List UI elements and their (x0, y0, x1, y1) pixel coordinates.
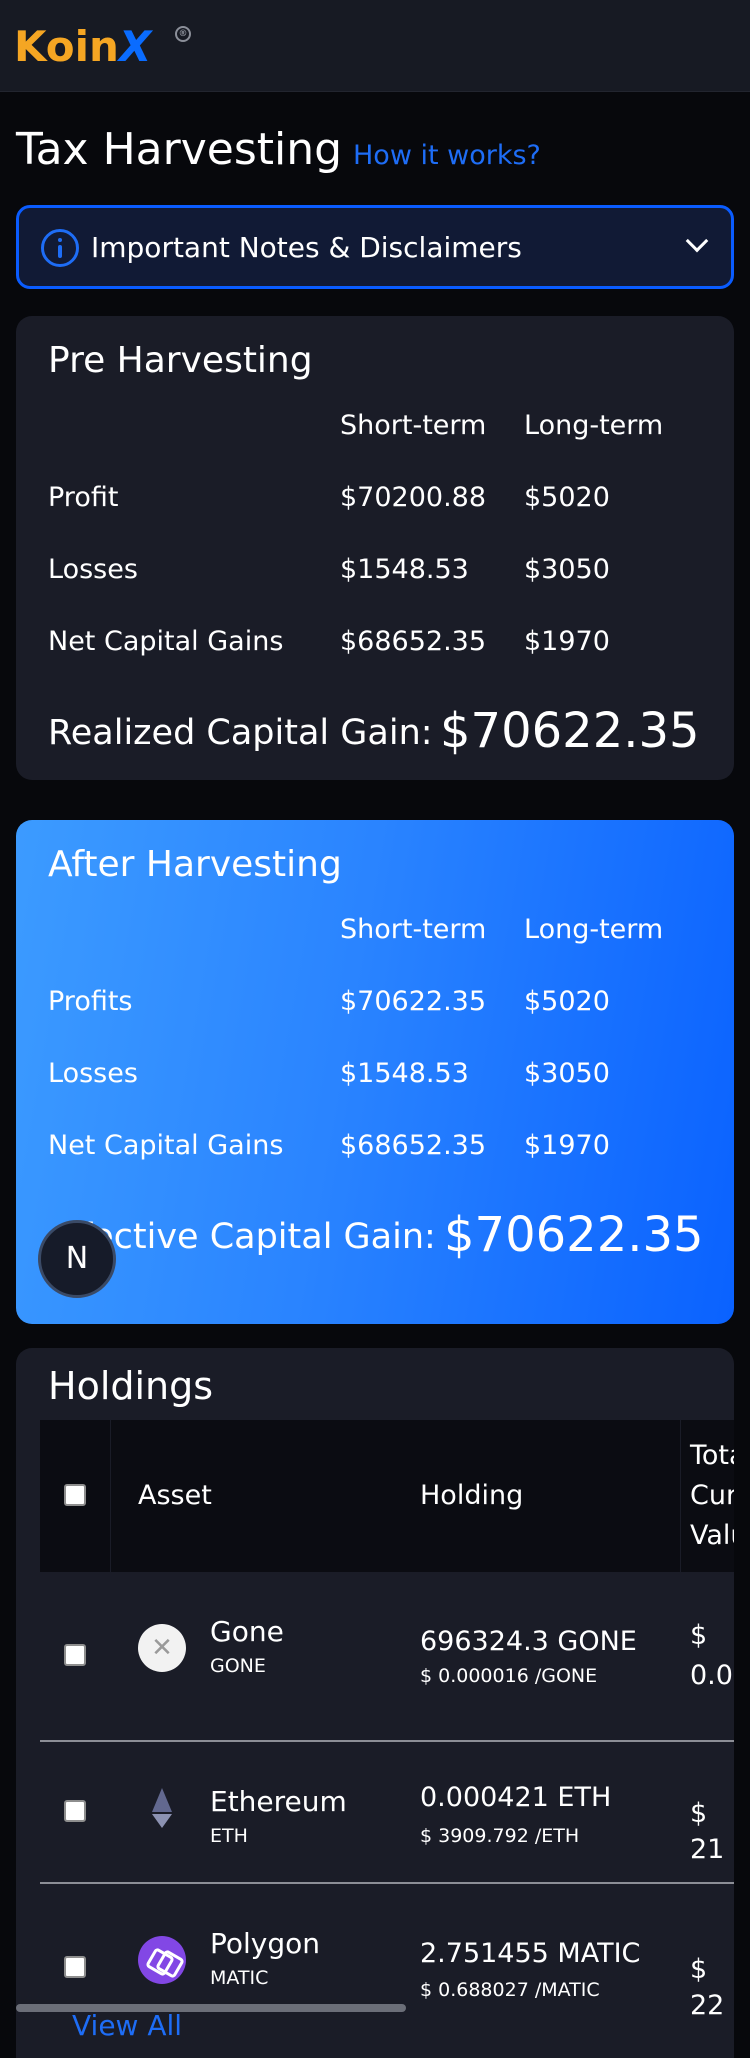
row-label-net-gains: Net Capital Gains (48, 1130, 284, 1161)
row-label-net-gains: Net Capital Gains (48, 626, 284, 657)
realized-gain-label: Realized Capital Gain: (48, 713, 433, 753)
profits-long-term: $5020 (524, 986, 610, 1017)
disclaimers-label: Important Notes & Disclaimers (91, 231, 522, 264)
holding-price: $ 0.688027 /MATIC (420, 1979, 600, 2001)
total-value: $ 21 (690, 1798, 725, 1865)
holding-amount: 0.000421 ETH (420, 1782, 612, 1813)
row-label-profits: Profits (48, 986, 133, 1017)
logo-text-accent: X (118, 22, 152, 71)
chevron-down-icon[interactable] (685, 229, 709, 253)
column-header-total-line1[interactable]: Tota (690, 1438, 734, 1474)
profit-short-term: $70200.88 (340, 482, 487, 513)
select-all-checkbox[interactable] (64, 1484, 86, 1506)
losses-long-term: $3050 (524, 1058, 610, 1089)
dev-tools-badge[interactable]: N (38, 1220, 116, 1298)
info-icon (41, 229, 79, 267)
how-it-works-link[interactable]: How it works? (353, 138, 541, 174)
row-label-losses: Losses (48, 554, 138, 585)
column-header-holding[interactable]: Holding (420, 1478, 523, 1514)
effective-gain-label: ffective Capital Gain: (68, 1217, 436, 1257)
holdings-title: Holdings (48, 1364, 214, 1408)
asset-name: Ethereum (210, 1785, 347, 1818)
after-harvesting-card: After Harvesting Short-term Long-term Pr… (16, 820, 734, 1324)
total-value: $ 22 (690, 1954, 725, 2021)
effective-gain-value: $70622.35 (444, 1207, 704, 1263)
row-checkbox[interactable] (64, 1956, 86, 1978)
logo-text-main: Koin (14, 22, 119, 71)
disclaimers-accordion[interactable]: Important Notes & Disclaimers (16, 205, 734, 289)
row-divider (40, 1740, 734, 1742)
losses-long-term: $3050 (524, 554, 610, 585)
column-header-short-term: Short-term (340, 410, 487, 441)
header-divider (680, 1420, 681, 1572)
net-gains-short-term: $68652.35 (340, 1130, 487, 1161)
losses-short-term: $1548.53 (340, 1058, 469, 1089)
registered-mark-icon: ® (175, 26, 191, 42)
total-value: $ (690, 1620, 708, 1651)
column-header-total-line2[interactable]: Cur (690, 1478, 734, 1514)
column-header-total-line3[interactable]: Valu (690, 1518, 734, 1554)
row-checkbox[interactable] (64, 1644, 86, 1666)
row-checkbox[interactable] (64, 1800, 86, 1822)
view-all-link[interactable]: View All (72, 2008, 182, 2044)
holdings-section: Holdings Asset Holding Tota Cur Valu Gon… (16, 1348, 734, 2058)
column-header-long-term: Long-term (524, 410, 664, 441)
card-title: After Harvesting (48, 844, 342, 885)
asset-symbol: GONE (210, 1655, 266, 1677)
losses-short-term: $1548.53 (340, 554, 469, 585)
asset-name: Gone (210, 1615, 284, 1648)
asset-symbol: ETH (210, 1825, 248, 1847)
card-title: Pre Harvesting (48, 340, 313, 381)
holding-amount: 2.751455 MATIC (420, 1938, 641, 1969)
header-divider (110, 1420, 111, 1572)
ethereum-icon (138, 1784, 186, 1832)
row-label-losses: Losses (48, 1058, 138, 1089)
holding-price: $ 3909.792 /ETH (420, 1825, 580, 1847)
total-value-cont: 0.00 (690, 1660, 734, 1691)
koinx-logo[interactable]: KoinX (14, 22, 151, 72)
net-gains-short-term: $68652.35 (340, 626, 487, 657)
profit-long-term: $5020 (524, 482, 610, 513)
row-divider (40, 1882, 734, 1884)
asset-symbol: MATIC (210, 1967, 269, 1989)
net-gains-long-term: $1970 (524, 626, 610, 657)
column-header-short-term: Short-term (340, 914, 487, 945)
top-bar: KoinX ® (0, 0, 750, 92)
column-header-asset[interactable]: Asset (138, 1478, 212, 1514)
row-label-profit: Profit (48, 482, 119, 513)
realized-gain-value: $70622.35 (440, 703, 700, 759)
page-title: Tax Harvesting (16, 124, 343, 175)
holding-price: $ 0.000016 /GONE (420, 1665, 598, 1687)
column-header-long-term: Long-term (524, 914, 664, 945)
table-header: Asset Holding Tota Cur Valu (40, 1420, 734, 1572)
pre-harvesting-card: Pre Harvesting Short-term Long-term Prof… (16, 316, 734, 780)
asset-name: Polygon (210, 1927, 321, 1960)
holding-amount: 696324.3 GONE (420, 1626, 637, 1657)
profits-short-term: $70622.35 (340, 986, 487, 1017)
polygon-icon (138, 1936, 186, 1984)
net-gains-long-term: $1970 (524, 1130, 610, 1161)
gone-icon (138, 1624, 186, 1672)
